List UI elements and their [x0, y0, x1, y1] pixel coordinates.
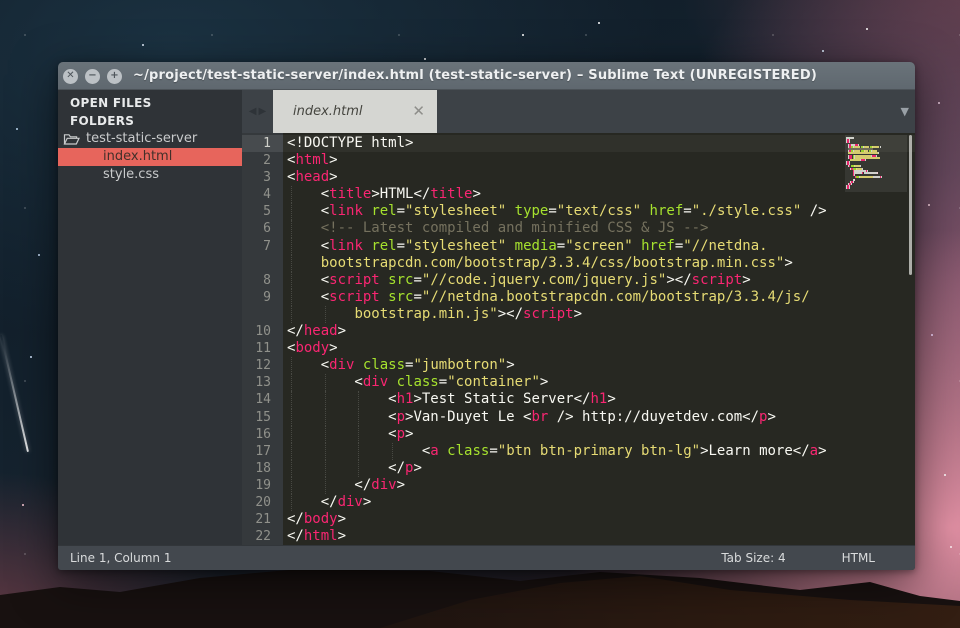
line-number: 1 — [242, 135, 283, 152]
code-row: <div class="jumbotron"> — [242, 357, 915, 374]
line-number: 5 — [242, 203, 283, 220]
file-name-label: index.html — [103, 148, 172, 166]
editor-column: ◀ ▶ index.html ✕ ▼ <!DOCTYPE html><html>… — [242, 90, 915, 545]
code-row: bootstrap.min.js"></script> — [242, 306, 915, 323]
tab-scroll-arrows: ◀ ▶ — [242, 90, 273, 133]
code-row: <!DOCTYPE html> — [242, 135, 915, 152]
code-row: <p>Van-Duyet Le <br /> http://duyetdev.c… — [242, 409, 915, 426]
sublime-text-window: ✕ − + ~/project/test-static-server/index… — [58, 62, 915, 570]
code-row: </html> — [242, 528, 915, 545]
tab-overflow-dropdown-icon[interactable]: ▼ — [901, 90, 909, 133]
line-number: 10 — [242, 323, 283, 340]
sidebar: OPEN FILES FOLDERS test-static-server in… — [58, 90, 242, 545]
tab-bar: ◀ ▶ index.html ✕ ▼ — [242, 90, 915, 133]
line-number: 4 — [242, 186, 283, 203]
code-row: <a class="btn btn-primary btn-lg">Learn … — [242, 443, 915, 460]
window-titlebar[interactable]: ✕ − + ~/project/test-static-server/index… — [58, 62, 915, 90]
line-number: 21 — [242, 511, 283, 528]
minimap[interactable] — [845, 135, 907, 192]
syntax-selector[interactable]: HTML — [842, 551, 875, 565]
open-folder-icon — [63, 133, 80, 146]
line-number: 9 — [242, 289, 283, 306]
line-number: 17 — [242, 443, 283, 460]
status-bar: Line 1, Column 1 Tab Size: 4 HTML — [58, 545, 915, 570]
line-number — [242, 255, 283, 272]
minimize-window-button[interactable]: − — [85, 69, 100, 84]
code-editor[interactable]: <!DOCTYPE html><html><head> <title>HTML<… — [242, 133, 915, 545]
window-controls: ✕ − + — [63, 62, 122, 90]
line-number: 6 — [242, 220, 283, 237]
sidebar-file-index-html[interactable]: index.html — [58, 148, 242, 166]
code-row: <script src="//netdna.bootstrapcdn.com/b… — [242, 289, 915, 306]
folder-name-label: test-static-server — [86, 130, 197, 148]
code-row: <link rel="stylesheet" type="text/css" h… — [242, 203, 915, 220]
code-row: <link rel="stylesheet" media="screen" hr… — [242, 238, 915, 255]
line-number: 11 — [242, 340, 283, 357]
code-row: <!-- Latest compiled and minified CSS & … — [242, 220, 915, 237]
tab-close-icon[interactable]: ✕ — [412, 104, 425, 119]
status-right-group: Tab Size: 4 HTML — [721, 551, 915, 565]
line-number: 18 — [242, 460, 283, 477]
tab-index-html[interactable]: index.html ✕ — [273, 90, 437, 133]
line-number: 12 — [242, 357, 283, 374]
line-number: 2 — [242, 152, 283, 169]
vertical-scrollbar[interactable] — [909, 135, 912, 275]
line-number-gutter: 12345678910111213141516171819202122 — [242, 133, 283, 545]
line-number: 8 — [242, 272, 283, 289]
tab-scroll-left-icon[interactable]: ◀ — [249, 106, 257, 117]
maximize-window-button[interactable]: + — [107, 69, 122, 84]
line-number: 22 — [242, 528, 283, 545]
tab-label: index.html — [293, 104, 412, 119]
line-number: 3 — [242, 169, 283, 186]
code-lines: <!DOCTYPE html><html><head> <title>HTML<… — [242, 133, 915, 545]
code-row: bootstrapcdn.com/bootstrap/3.3.4/css/boo… — [242, 255, 915, 272]
code-row: <body> — [242, 340, 915, 357]
code-row: <html> — [242, 152, 915, 169]
line-number: 15 — [242, 409, 283, 426]
line-number — [242, 306, 283, 323]
desktop: ✕ − + ~/project/test-static-server/index… — [0, 0, 960, 628]
folders-heading[interactable]: FOLDERS — [58, 112, 242, 130]
code-row: </head> — [242, 323, 915, 340]
code-row: </div> — [242, 494, 915, 511]
line-number: 7 — [242, 238, 283, 255]
close-window-button[interactable]: ✕ — [63, 69, 78, 84]
line-number: 20 — [242, 494, 283, 511]
code-row: </p> — [242, 460, 915, 477]
line-number: 16 — [242, 426, 283, 443]
code-row: <script src="//code.jquery.com/jquery.js… — [242, 272, 915, 289]
line-number: 13 — [242, 374, 283, 391]
tab-size-selector[interactable]: Tab Size: 4 — [721, 551, 785, 565]
sidebar-file-style-css[interactable]: style.css — [58, 166, 242, 184]
cursor-position-label: Line 1, Column 1 — [58, 551, 172, 565]
bright-stars — [0, 6, 2, 8]
file-name-label: style.css — [103, 166, 159, 184]
code-row: <p> — [242, 426, 915, 443]
code-row: </div> — [242, 477, 915, 494]
tab-scroll-right-icon[interactable]: ▶ — [259, 106, 267, 117]
window-body: OPEN FILES FOLDERS test-static-server in… — [58, 90, 915, 545]
sidebar-folder-test-static-server[interactable]: test-static-server — [58, 130, 242, 148]
window-title: ~/project/test-static-server/index.html … — [58, 68, 817, 83]
code-row: </body> — [242, 511, 915, 528]
code-row: <head> — [242, 169, 915, 186]
code-row: <h1>Test Static Server</h1> — [242, 391, 915, 408]
code-row: <div class="container"> — [242, 374, 915, 391]
line-number: 14 — [242, 391, 283, 408]
line-number: 19 — [242, 477, 283, 494]
code-row: <title>HTML</title> — [242, 186, 915, 203]
open-files-heading[interactable]: OPEN FILES — [58, 94, 242, 112]
